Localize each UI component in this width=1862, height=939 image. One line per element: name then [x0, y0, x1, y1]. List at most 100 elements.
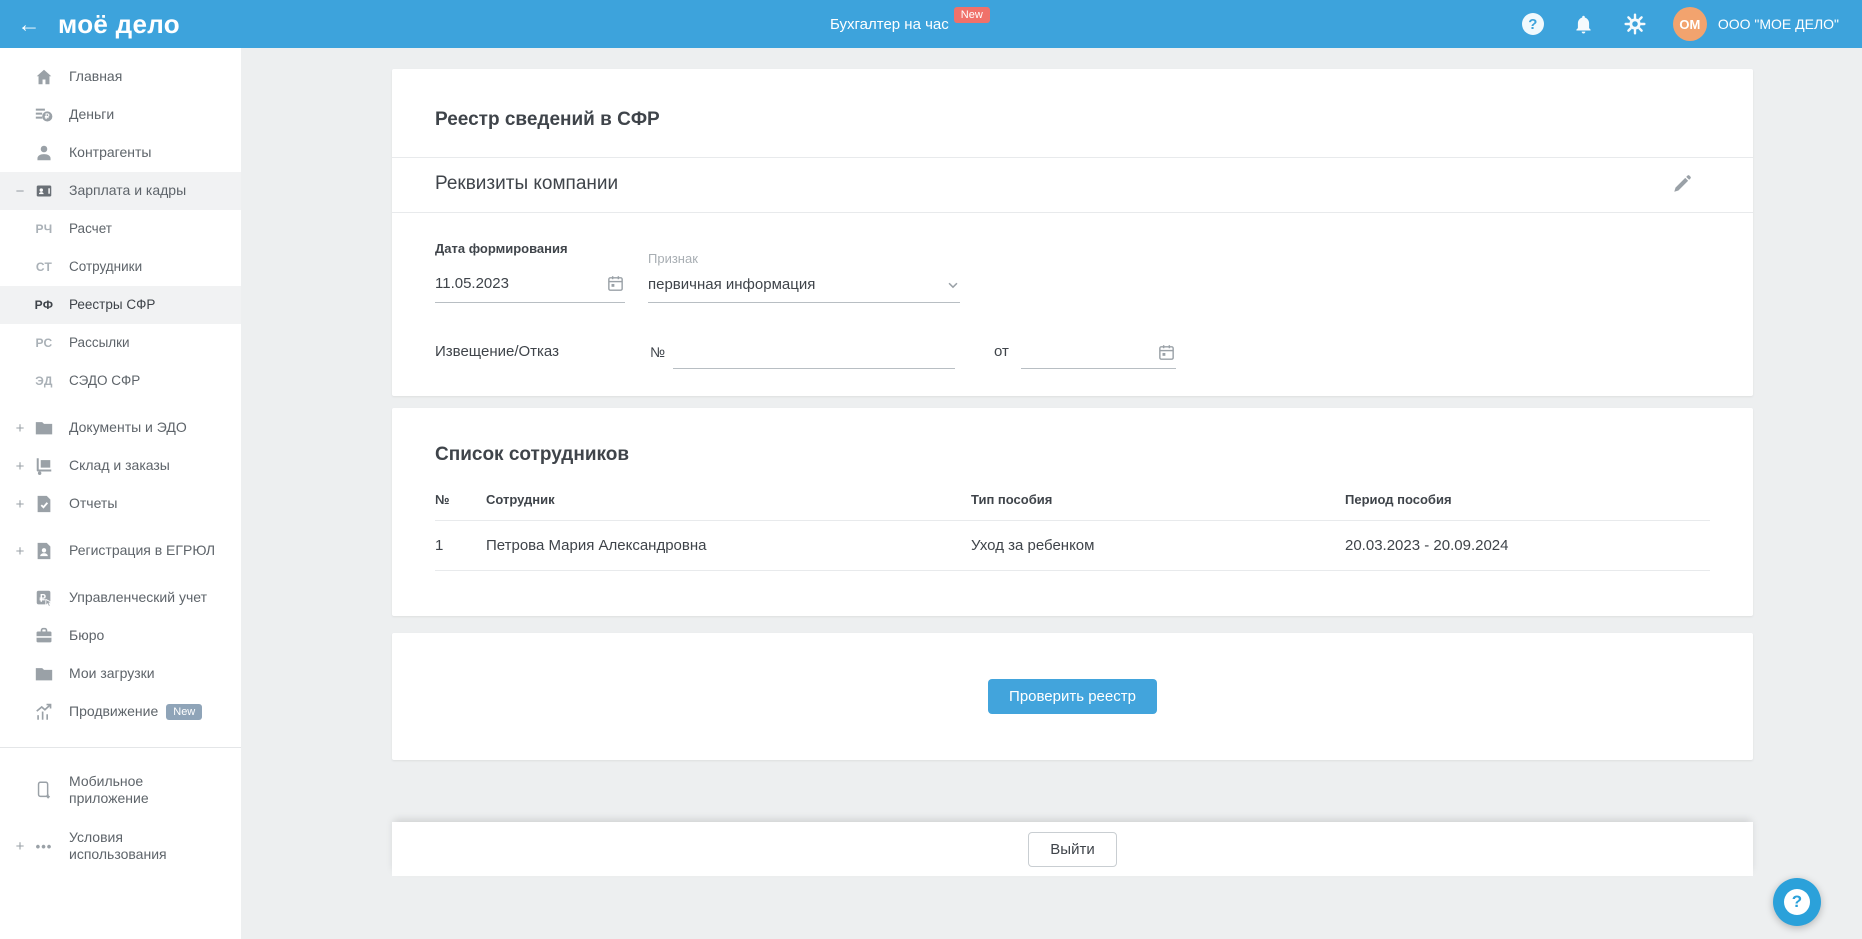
sidebar-item-calculation[interactable]: РЧ Расчет: [0, 210, 241, 248]
calendar-icon[interactable]: [606, 274, 625, 293]
question-mark-icon: ?: [1784, 889, 1810, 915]
col-benefit-type: Тип пособия: [971, 492, 1053, 507]
sidebar-item-label: Расчет: [69, 220, 112, 236]
sidebar-item-label: Главная: [69, 68, 123, 85]
sidebar-item-label: Контрагенты: [69, 144, 152, 161]
promo-area: Бухгалтер на час New: [830, 0, 990, 48]
sidebar-item-label: Регистрация в ЕГРЮЛ: [69, 542, 216, 559]
sidebar-item-contractors[interactable]: Контрагенты: [0, 134, 241, 172]
sidebar-item-label: Управленческий учет: [69, 589, 207, 606]
notice-label: Извещение/Отказ: [435, 343, 559, 360]
sidebar-item-mailings[interactable]: РС Рассылки: [0, 324, 241, 362]
folder-icon: [33, 417, 55, 439]
app-logo[interactable]: моё дело: [58, 9, 180, 40]
chevron-down-icon: [946, 278, 960, 292]
sidebar-item-label: Рассылки: [69, 334, 130, 350]
sidebar-item-egrul-registration[interactable]: + Регистрация в ЕГРЮЛ: [0, 523, 241, 579]
top-bar: ← моё дело Бухгалтер на час New ? ОМ ООО…: [0, 0, 1862, 48]
formation-date-input[interactable]: 11.05.2023: [435, 274, 625, 303]
col-benefit-period: Период пособия: [1345, 492, 1452, 507]
check-register-button[interactable]: Проверить реестр: [988, 679, 1157, 714]
sidebar-item-label: Условия использования: [69, 828, 167, 863]
employees-title: Список сотрудников: [435, 444, 630, 465]
sidebar-item-label: Продвижение: [69, 703, 159, 720]
sidebar-item-label: Зарплата и кадры: [69, 182, 187, 199]
money-icon: ₽: [33, 104, 55, 126]
number-sign-label: №: [650, 344, 666, 360]
attribute-field: Признак первичная информация: [648, 251, 960, 303]
sidebar-item-bureau[interactable]: Бюро: [0, 617, 241, 655]
calculation-letters-icon: РЧ: [35, 222, 53, 236]
sidebar-item-label: Мобильное приложение: [69, 772, 149, 807]
notifications-bell-icon[interactable]: [1572, 12, 1596, 36]
sidebar-divider: [0, 747, 241, 748]
notice-number-input[interactable]: [673, 341, 956, 369]
person-icon: [33, 142, 55, 164]
employees-card: Список сотрудников № Сотрудник Тип пособ…: [392, 408, 1753, 616]
account-name[interactable]: ООО "МОЕ ДЕЛО": [1718, 16, 1839, 32]
user-avatar[interactable]: ОМ: [1672, 7, 1707, 41]
employees-table: № Сотрудник Тип пособия Период пособия 1…: [435, 492, 1710, 571]
settings-gear-icon[interactable]: [1623, 12, 1647, 36]
edit-pencil-icon[interactable]: [1671, 173, 1693, 195]
ruble-cursor-icon: ₽: [33, 587, 55, 609]
exit-button[interactable]: Выйти: [1028, 831, 1117, 867]
sidebar-item-label: СЭДО СФР: [69, 372, 141, 388]
page-title: Реестр сведений в СФР: [435, 109, 660, 130]
requisites-section-header: Реквизиты компании: [392, 158, 1753, 213]
home-icon: [33, 66, 55, 88]
calendar-icon[interactable]: [1157, 343, 1176, 362]
table-row[interactable]: 1 Петрова Мария Александровна Уход за ре…: [435, 521, 1710, 571]
mailings-letters-icon: РС: [35, 336, 53, 350]
sidebar-item-management-accounting[interactable]: ₽ Управленческий учет: [0, 579, 241, 617]
register-card: Реестр сведений в СФР Реквизиты компании…: [392, 69, 1753, 396]
collapse-icon[interactable]: −: [10, 183, 30, 200]
footer-bar: Выйти: [392, 822, 1753, 876]
expand-icon[interactable]: +: [10, 838, 30, 855]
attribute-select[interactable]: первичная информация: [648, 276, 960, 303]
back-arrow-icon[interactable]: ←: [0, 0, 58, 48]
sidebar-item-sfr-registers[interactable]: РФ Реестры СФР: [0, 286, 241, 324]
expand-icon[interactable]: +: [10, 420, 30, 437]
expand-icon[interactable]: +: [10, 458, 30, 475]
sidebar-item-my-downloads[interactable]: Мои загрузки: [0, 655, 241, 693]
sidebar-item-documents-edo[interactable]: + Документы и ЭДО: [0, 409, 241, 447]
cell-benefit-period: 20.03.2023 - 20.09.2024: [1345, 537, 1509, 554]
sidebar-item-label: Отчеты: [69, 495, 118, 512]
sedo-letters-icon: ЭД: [35, 374, 53, 388]
sidebar-item-mobile-app[interactable]: Мобильное приложение: [0, 762, 241, 818]
help-fab-button[interactable]: ?: [1773, 878, 1821, 926]
promo-link[interactable]: Бухгалтер на час: [830, 16, 949, 33]
attribute-label: Признак: [648, 251, 698, 266]
ellipsis-icon: •••: [35, 838, 53, 854]
topbar-right: ? ОМ ООО "МОЕ ДЕЛО": [1521, 7, 1862, 41]
sidebar-item-money[interactable]: ₽ Деньги: [0, 96, 241, 134]
sidebar-item-employees[interactable]: СТ Сотрудники: [0, 248, 241, 286]
register-header: Реестр сведений в СФР: [392, 69, 1753, 158]
sidebar-item-label: Склад и заказы: [69, 457, 170, 474]
sidebar-item-sedo-sfr[interactable]: ЭД СЭДО СФР: [0, 362, 241, 400]
sidebar-item-label: Мои загрузки: [69, 665, 155, 682]
downloads-folder-icon: [33, 663, 55, 685]
sidebar-item-home[interactable]: Главная: [0, 58, 241, 96]
promotion-new-badge: New: [166, 704, 203, 720]
cell-number: 1: [435, 537, 444, 554]
report-check-icon: [33, 493, 55, 515]
sidebar-item-warehouse[interactable]: + Склад и заказы: [0, 447, 241, 485]
help-icon[interactable]: ?: [1521, 12, 1545, 36]
requisites-form: Дата формирования 11.05.2023 Признак пер…: [392, 213, 1753, 369]
cell-employee: Петрова Мария Александровна: [486, 537, 707, 554]
formation-date-label: Дата формирования: [435, 241, 568, 256]
sidebar-item-label: Реестры СФР: [69, 296, 156, 312]
requisites-title: Реквизиты компании: [435, 173, 619, 194]
notice-date-input[interactable]: [1020, 341, 1176, 369]
sidebar-item-salary-hr[interactable]: − Зарплата и кадры: [0, 172, 241, 210]
registration-doc-icon: [33, 540, 55, 562]
expand-icon[interactable]: +: [10, 543, 30, 560]
sidebar-item-terms[interactable]: + ••• Условия использования: [0, 818, 241, 874]
sidebar-item-promotion[interactable]: Продвижение New: [0, 693, 241, 731]
actions-card: Проверить реестр: [392, 633, 1753, 760]
expand-icon[interactable]: +: [10, 496, 30, 513]
sidebar-item-reports[interactable]: + Отчеты: [0, 485, 241, 523]
